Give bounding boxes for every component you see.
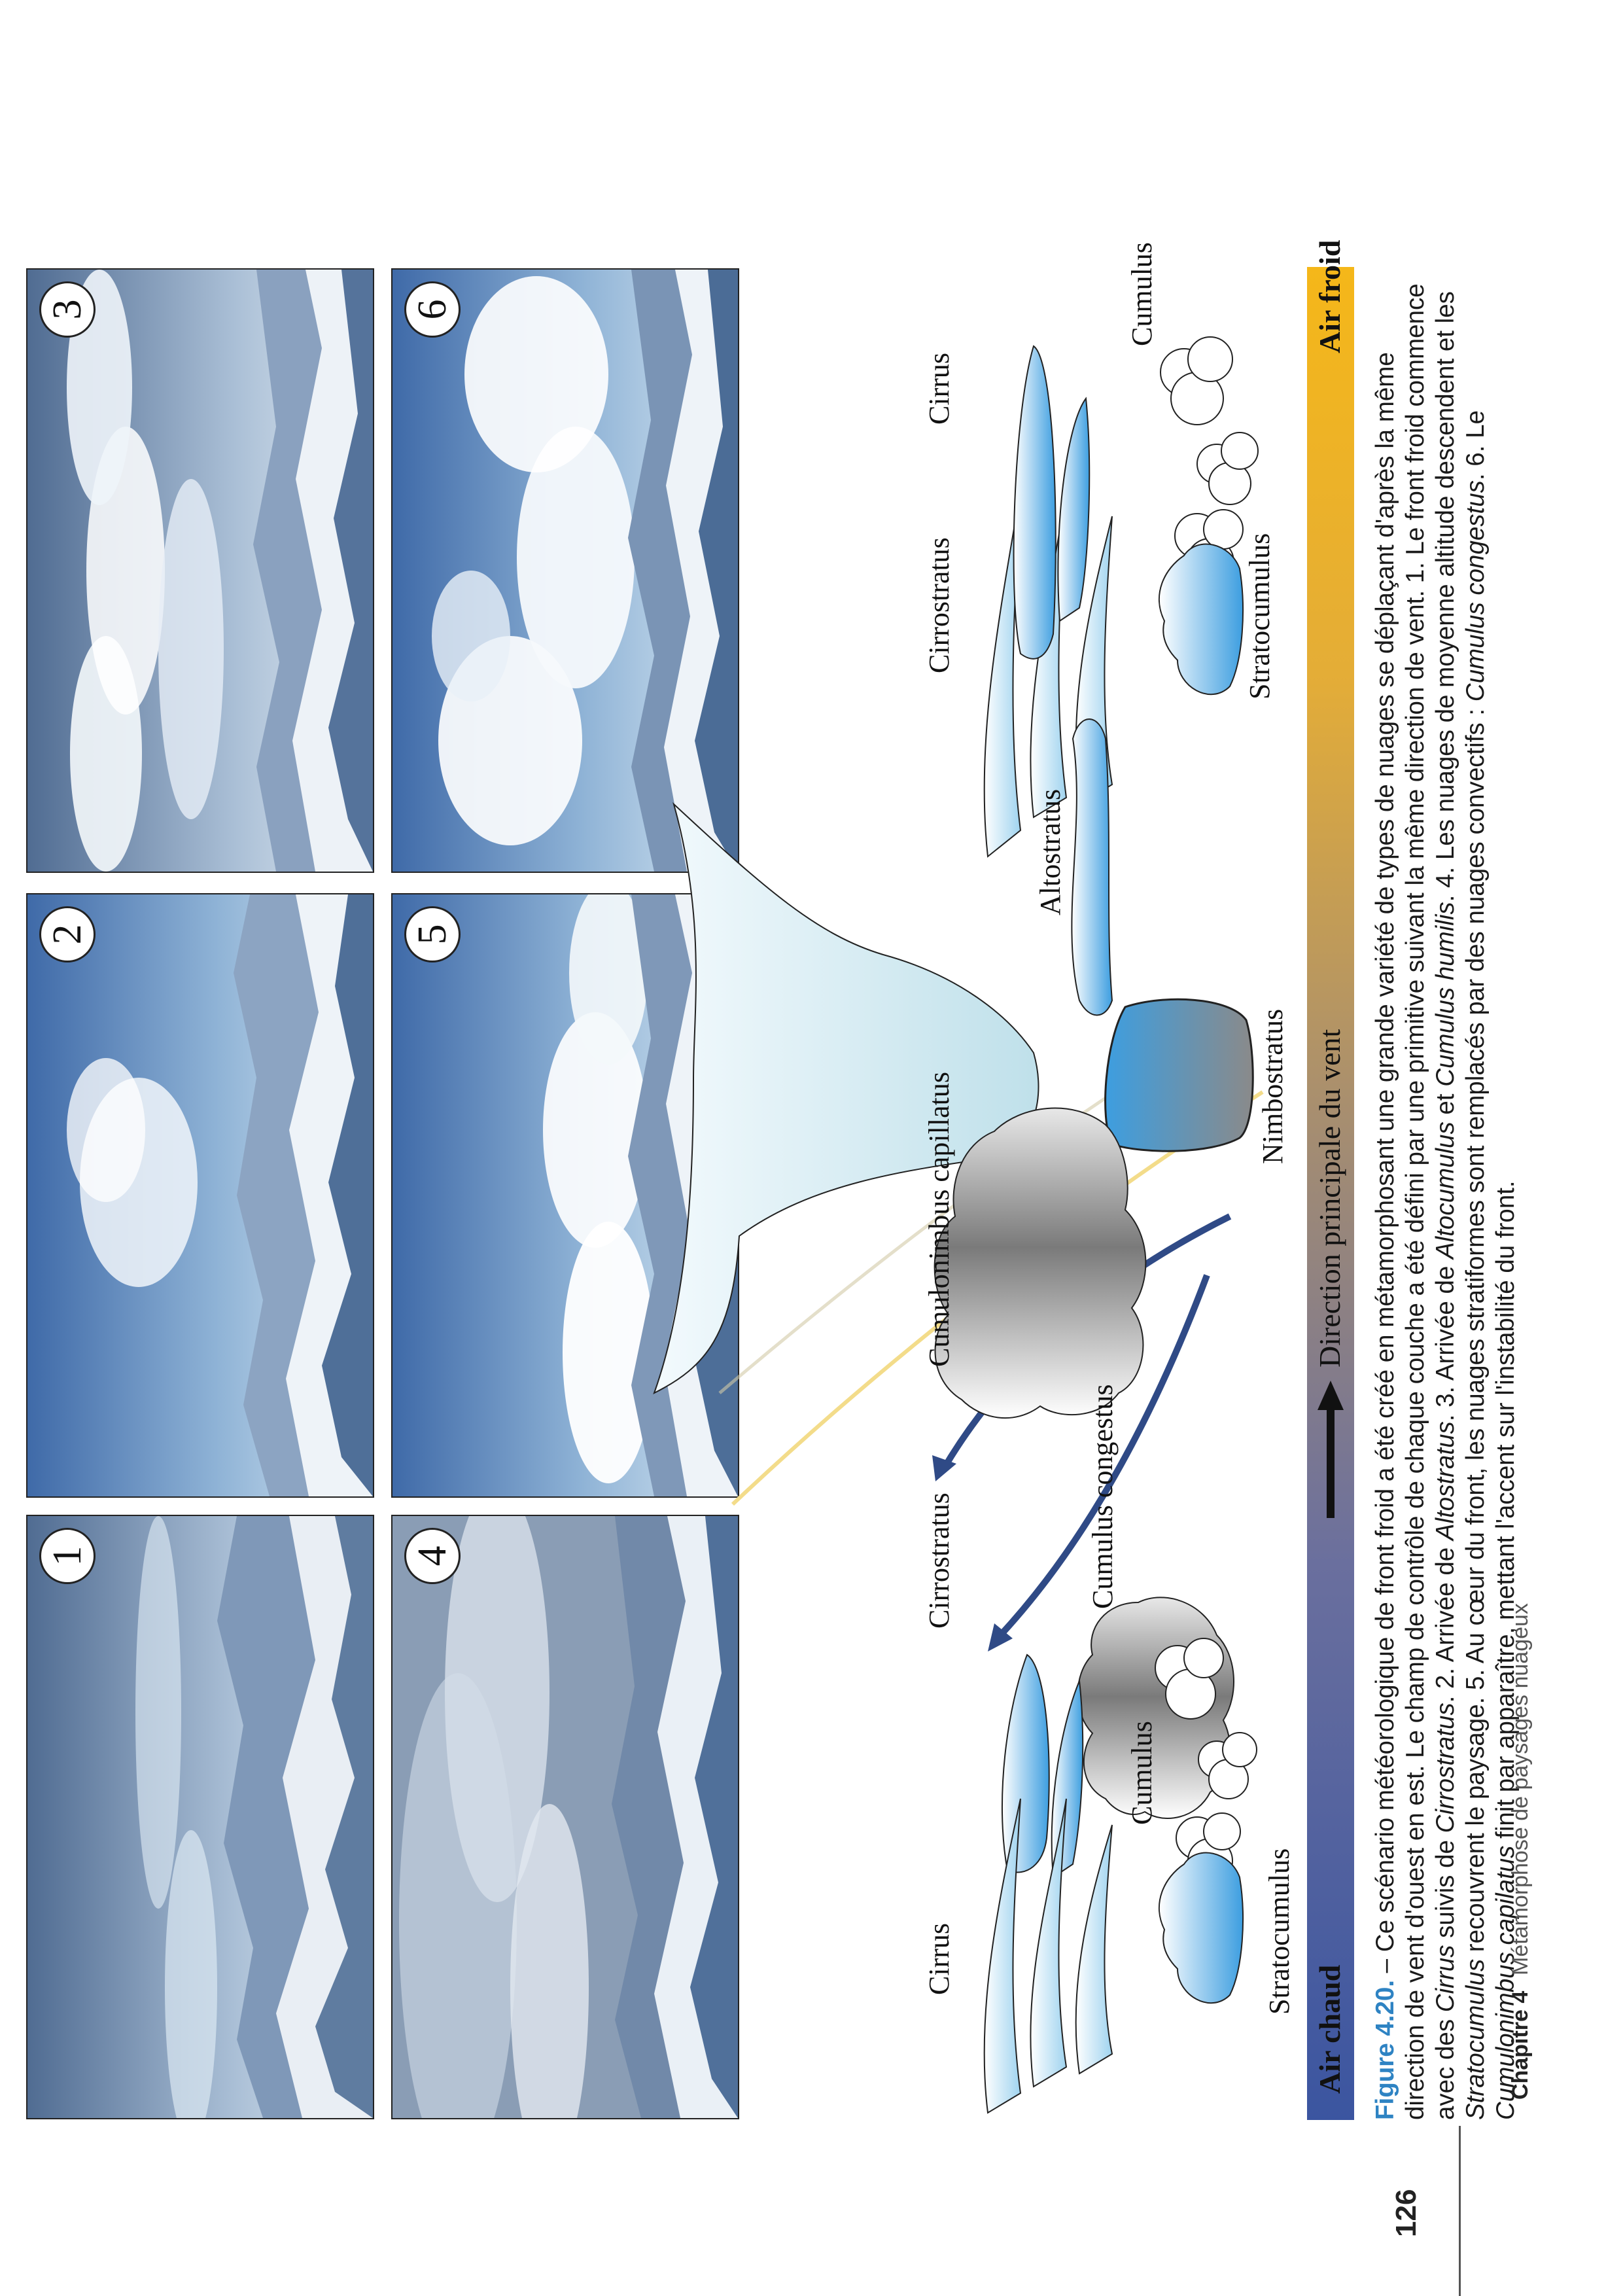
band-warm-label: Air chaud (1313, 1964, 1346, 2094)
wind-gradient-band: Air froid Direction principale du vent A… (1307, 240, 1354, 2120)
caption-term: Altostratus (1431, 1421, 1459, 1541)
caption-term: Cumulus congestus (1461, 480, 1490, 702)
caption-term: Altocumulus (1431, 1122, 1459, 1259)
caption-text: . 3. Arrivée de (1431, 1259, 1459, 1422)
label-cirrostratus-left: Cirrostratus (923, 537, 955, 673)
caption-text: . 6. Le (1461, 410, 1490, 481)
cirrostratus-right-illustration (1001, 1653, 1050, 1873)
caption-text: recouvrent le paysage. 5. Au cœur du fro… (1461, 701, 1490, 1959)
cloud-diagram (653, 336, 1264, 2114)
band-cold-label: Air froid (1313, 239, 1346, 353)
stratocumulus-left-illustration (1159, 543, 1244, 696)
caption-term: Cirrostratus (1431, 1703, 1459, 1833)
page-number: 126 (1390, 2189, 1422, 2237)
cirrostratus-left-illustration (1057, 397, 1091, 622)
caption-text: suivis de (1431, 1833, 1459, 1945)
label-nimbostratus: Nimbostratus (1257, 1008, 1289, 1164)
footer-divider (1459, 2126, 1461, 2296)
label-altostratus: Altostratus (1034, 788, 1066, 915)
caption-term: Stratocumulus (1461, 1958, 1490, 2120)
label-cumulus-left: Cumulus (1126, 242, 1158, 346)
label-cumulus-congestus: Cumulus congestus (1087, 1384, 1119, 1609)
cirrostratus-left-illustration (1013, 345, 1056, 660)
wind-arrow-icon (1318, 1381, 1344, 1518)
label-cirrus-right: Cirrus (923, 1923, 955, 1995)
label-cumulonimbus: Cumulonimbus capillatus (923, 1072, 955, 1367)
altostratus-illustration (1071, 718, 1113, 1016)
caption-text: et (1431, 1086, 1459, 1122)
figure-caption: Figure 4.20. – Ce scénario météorologiqu… (1370, 262, 1521, 2120)
chapter-label: Chapitre 4 (1508, 1990, 1533, 2100)
rotated-page: 1 2 3 4 5 6 Cirrus Cirrostratus Altostra… (0, 0, 1623, 2296)
nimbostratus-illustration (1104, 998, 1254, 1152)
caption-text: . 2. Arrivée de (1431, 1540, 1459, 1703)
label-stratocumulus-left: Stratocumulus (1244, 533, 1276, 699)
label-cumulus-right: Cumulus (1126, 1721, 1158, 1825)
band-direction-label: Direction principale du vent (1313, 1029, 1346, 1368)
stratocumulus-right-illustration (1159, 1852, 1244, 2004)
label-stratocumulus-right: Stratocumulus (1263, 1848, 1295, 2015)
label-cirrus-left: Cirrus (923, 353, 955, 425)
cumulonimbus-tower-illustration (934, 1107, 1147, 1419)
chapter-title: Métamorphose de paysages nuageux (1508, 1603, 1533, 1975)
label-cirrostratus-right: Cirrostratus (923, 1492, 955, 1629)
caption-term: Cirrus (1431, 1945, 1459, 2013)
figure-label: Figure 4.20. (1371, 1980, 1399, 2120)
caption-term: Cumulus humilis (1431, 902, 1459, 1087)
caption-text: . 4. Les nuages de moyenne altitude desc… (1431, 291, 1459, 902)
